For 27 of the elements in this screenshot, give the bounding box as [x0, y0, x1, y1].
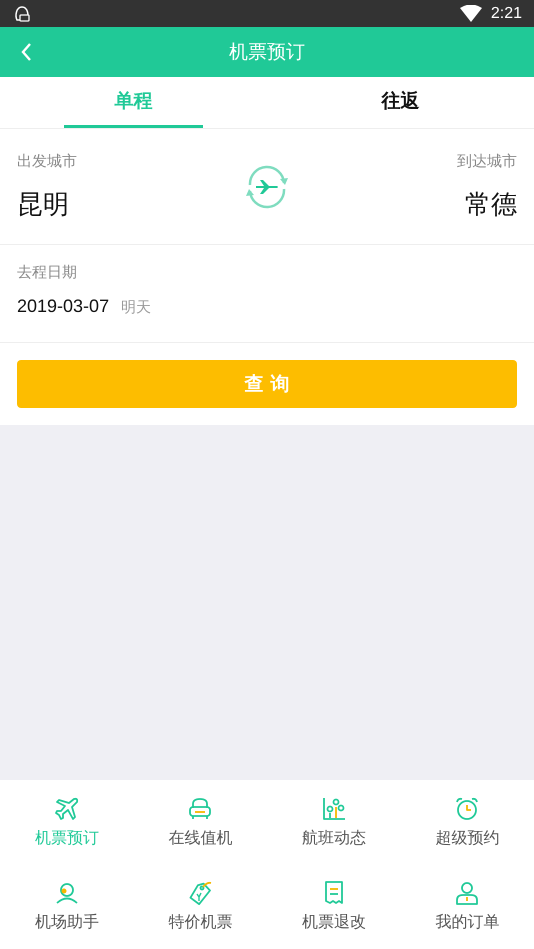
date-note: 明天 — [121, 298, 152, 317]
menu-item[interactable]: 航班动态 — [267, 780, 400, 864]
armchair-icon — [187, 796, 214, 822]
arrival-city[interactable]: 常德 — [465, 186, 517, 222]
menu-item[interactable]: 超级预约 — [400, 780, 534, 864]
price-tag-icon — [187, 880, 214, 906]
wifi-icon — [460, 5, 482, 22]
departure-label: 出发城市 — [17, 152, 77, 170]
plane-icon — [54, 796, 80, 822]
person-icon — [54, 880, 80, 906]
status-time: 2:21 — [490, 4, 522, 22]
menu-item[interactable]: 特价机票 — [134, 864, 267, 949]
user-icon — [454, 880, 480, 906]
trip-tab[interactable]: 往返 — [331, 77, 470, 128]
notification-icon — [12, 4, 32, 24]
menu-item[interactable]: 在线值机 — [134, 780, 267, 864]
departure-city[interactable]: 昆明 — [17, 186, 77, 222]
departure-date[interactable]: 2019-03-07 — [17, 296, 110, 317]
menu-item[interactable]: 机票退改 — [267, 864, 400, 949]
page-title: 机票预订 — [229, 40, 305, 65]
alarm-clock-icon — [454, 796, 480, 822]
swap-icon[interactable] — [244, 164, 290, 210]
date-label: 去程日期 — [17, 263, 78, 282]
menu-item[interactable]: 我的订单 — [400, 864, 534, 949]
arrival-label: 到达城市 — [457, 152, 517, 170]
chart-icon — [320, 796, 347, 822]
menu-item[interactable]: 机场助手 — [0, 864, 134, 949]
